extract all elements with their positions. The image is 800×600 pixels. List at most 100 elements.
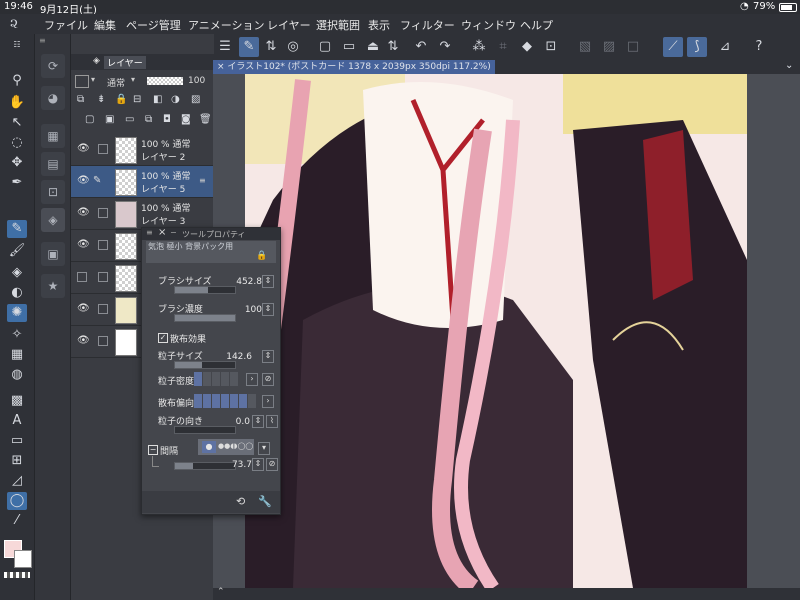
- brush-size-slider[interactable]: [174, 286, 236, 294]
- zoom-tool-icon[interactable]: ⚲: [7, 72, 27, 90]
- scatter-checkbox[interactable]: ✓: [158, 333, 168, 343]
- level-segment[interactable]: [212, 394, 220, 408]
- new-raster-layer-icon[interactable]: ▢: [85, 114, 94, 125]
- blend-tool-icon[interactable]: ◍: [7, 366, 27, 384]
- hand-tool-icon[interactable]: ✋: [7, 94, 27, 112]
- sub-tool-icon-1[interactable]: ⟳: [41, 54, 65, 78]
- menu-edit[interactable]: 編集: [94, 17, 116, 33]
- duplicate-layer-icon[interactable]: ⧉: [145, 114, 152, 125]
- level-segment[interactable]: [248, 394, 256, 408]
- eye-icon[interactable]: 👁: [77, 335, 90, 346]
- menu-animation[interactable]: アニメーション: [188, 17, 265, 33]
- settings-wrench-icon[interactable]: 🔧: [258, 495, 272, 508]
- layer-row[interactable]: 👁 100 % 通常 レイヤー 3: [71, 198, 214, 230]
- app-logo-icon[interactable]: ૨: [10, 16, 26, 32]
- canvas-illustration[interactable]: [213, 60, 800, 588]
- mask-icon-2[interactable]: ▨: [599, 37, 619, 57]
- layer-color-box[interactable]: [75, 75, 89, 88]
- sub-tool-icon-3[interactable]: ▦: [41, 124, 65, 148]
- brush-density-spinner[interactable]: ⇕: [262, 303, 274, 316]
- close-icon[interactable]: ×: [158, 227, 166, 238]
- level-segment[interactable]: [239, 394, 247, 408]
- new-file-icon[interactable]: ▢: [315, 37, 335, 57]
- layer-lock-checkbox[interactable]: [98, 208, 108, 218]
- level-segment[interactable]: [230, 372, 238, 386]
- deselect-icon[interactable]: ⁂: [469, 37, 489, 57]
- mask-layer-icon[interactable]: ◙: [181, 114, 191, 125]
- opacity-slider[interactable]: [147, 77, 183, 85]
- layer-row-selected[interactable]: 👁 ✎ 100 % 通常 レイヤー 5 ≡: [71, 166, 214, 198]
- save-icon[interactable]: ⏏: [363, 37, 383, 57]
- lock-icon[interactable]: 🔒: [256, 251, 267, 261]
- shape-tool-icon[interactable]: ▩: [7, 392, 27, 410]
- save-arrows-icon[interactable]: ⇅: [383, 37, 403, 57]
- level-segment[interactable]: [203, 372, 211, 386]
- redo-icon[interactable]: ↷: [435, 37, 455, 57]
- particle-size-slider[interactable]: [174, 361, 236, 369]
- sub-tool-icon-2[interactable]: ◕: [41, 86, 65, 110]
- level-segment[interactable]: [203, 394, 211, 408]
- menu-file[interactable]: ファイル: [44, 17, 88, 33]
- layer-lock-checkbox[interactable]: [98, 272, 108, 282]
- level-segment[interactable]: [221, 372, 229, 386]
- brush-density-slider[interactable]: [174, 314, 236, 322]
- blend-dropdown-icon[interactable]: ▾: [131, 75, 135, 84]
- lock-alpha-icon[interactable]: ⊟: [133, 94, 141, 105]
- sub-tool-icon-8[interactable]: ★: [41, 274, 65, 298]
- open-folder-icon[interactable]: ▭: [339, 37, 359, 57]
- ruler-tool-icon[interactable]: ◿: [7, 472, 27, 490]
- eye-icon[interactable]: 👁: [77, 143, 90, 154]
- line-fix-tool-icon[interactable]: ⁄: [7, 512, 27, 530]
- particle-density-next[interactable]: ›: [246, 373, 258, 386]
- layer-row[interactable]: 👁 100 % 通常 レイヤー 2: [71, 134, 214, 166]
- particle-density-level[interactable]: [194, 372, 242, 386]
- particle-size-spinner[interactable]: ⇕: [262, 350, 274, 363]
- fill-tool-icon[interactable]: ◐: [7, 284, 27, 302]
- ruler-snap-icon[interactable]: ⟋: [663, 37, 683, 57]
- layer-menu-icon[interactable]: ≡: [199, 176, 206, 185]
- interval-dropdown[interactable]: ▾: [258, 442, 270, 455]
- minimize-icon[interactable]: −: [170, 228, 177, 237]
- menu-page[interactable]: ページ管理: [126, 17, 181, 33]
- particle-density-reset[interactable]: ⊘: [262, 373, 274, 386]
- merge-layer-icon[interactable]: ◘: [163, 114, 171, 125]
- gradient-tool-icon[interactable]: ▦: [7, 346, 27, 364]
- particle-direction-pressure-icon[interactable]: ⌇: [266, 415, 278, 428]
- interval-reset[interactable]: ⊘: [266, 458, 278, 471]
- pen-tool-icon[interactable]: ✎: [7, 220, 27, 238]
- collapse-handle-icon[interactable]: ☷: [7, 36, 27, 54]
- eraser-tool-icon[interactable]: ◈: [7, 264, 27, 282]
- airbrush-tool-icon[interactable]: ✧: [7, 326, 27, 344]
- interval-collapse-icon[interactable]: −: [148, 445, 158, 455]
- layer-lock-checkbox[interactable]: [98, 240, 108, 250]
- sub-tool-icon-7[interactable]: ▣: [41, 242, 65, 266]
- document-tab[interactable]: × イラスト102* (ポストカード 1378 x 2039px 350dpi …: [213, 60, 495, 74]
- line-icon[interactable]: ⊿: [715, 37, 735, 57]
- brush-tool-icon[interactable]: 🖌: [7, 242, 27, 260]
- layer-extra-icon[interactable]: ▨: [191, 94, 200, 105]
- menu-layer[interactable]: レイヤー: [267, 17, 311, 33]
- layer-lock-checkbox[interactable]: [98, 144, 108, 154]
- level-segment[interactable]: [194, 372, 202, 386]
- eye-icon[interactable]: 👁: [77, 239, 90, 250]
- transparent-color-icon[interactable]: [4, 572, 30, 578]
- delete-layer-icon[interactable]: 🗑: [199, 114, 212, 125]
- level-segment[interactable]: [212, 372, 220, 386]
- eye-icon[interactable]: 👁: [77, 303, 90, 314]
- mask-icon-3[interactable]: □: [623, 37, 643, 57]
- eye-icon[interactable]: 👁: [77, 175, 90, 186]
- palette-color-icon[interactable]: ◑: [171, 94, 180, 105]
- rotate-icon[interactable]: ◎: [283, 37, 303, 57]
- level-segment[interactable]: [194, 394, 202, 408]
- sub-color-swatch[interactable]: [14, 550, 32, 568]
- text-tool-icon[interactable]: A: [7, 412, 27, 430]
- layer-lock-checkbox[interactable]: [98, 336, 108, 346]
- scatter-bias-next[interactable]: ›: [262, 395, 274, 408]
- clip-icon[interactable]: ⧉: [77, 94, 84, 105]
- panel-grip-icon[interactable]: ≡: [39, 36, 46, 45]
- eyedropper-tool-icon[interactable]: ✒: [7, 174, 27, 192]
- move-tool-icon[interactable]: ✥: [7, 154, 27, 172]
- lasso-tool-icon[interactable]: ◌: [7, 134, 27, 152]
- level-segment[interactable]: [230, 394, 238, 408]
- interval-mode-select[interactable]: ● ●●◖◗◯◯: [198, 439, 254, 455]
